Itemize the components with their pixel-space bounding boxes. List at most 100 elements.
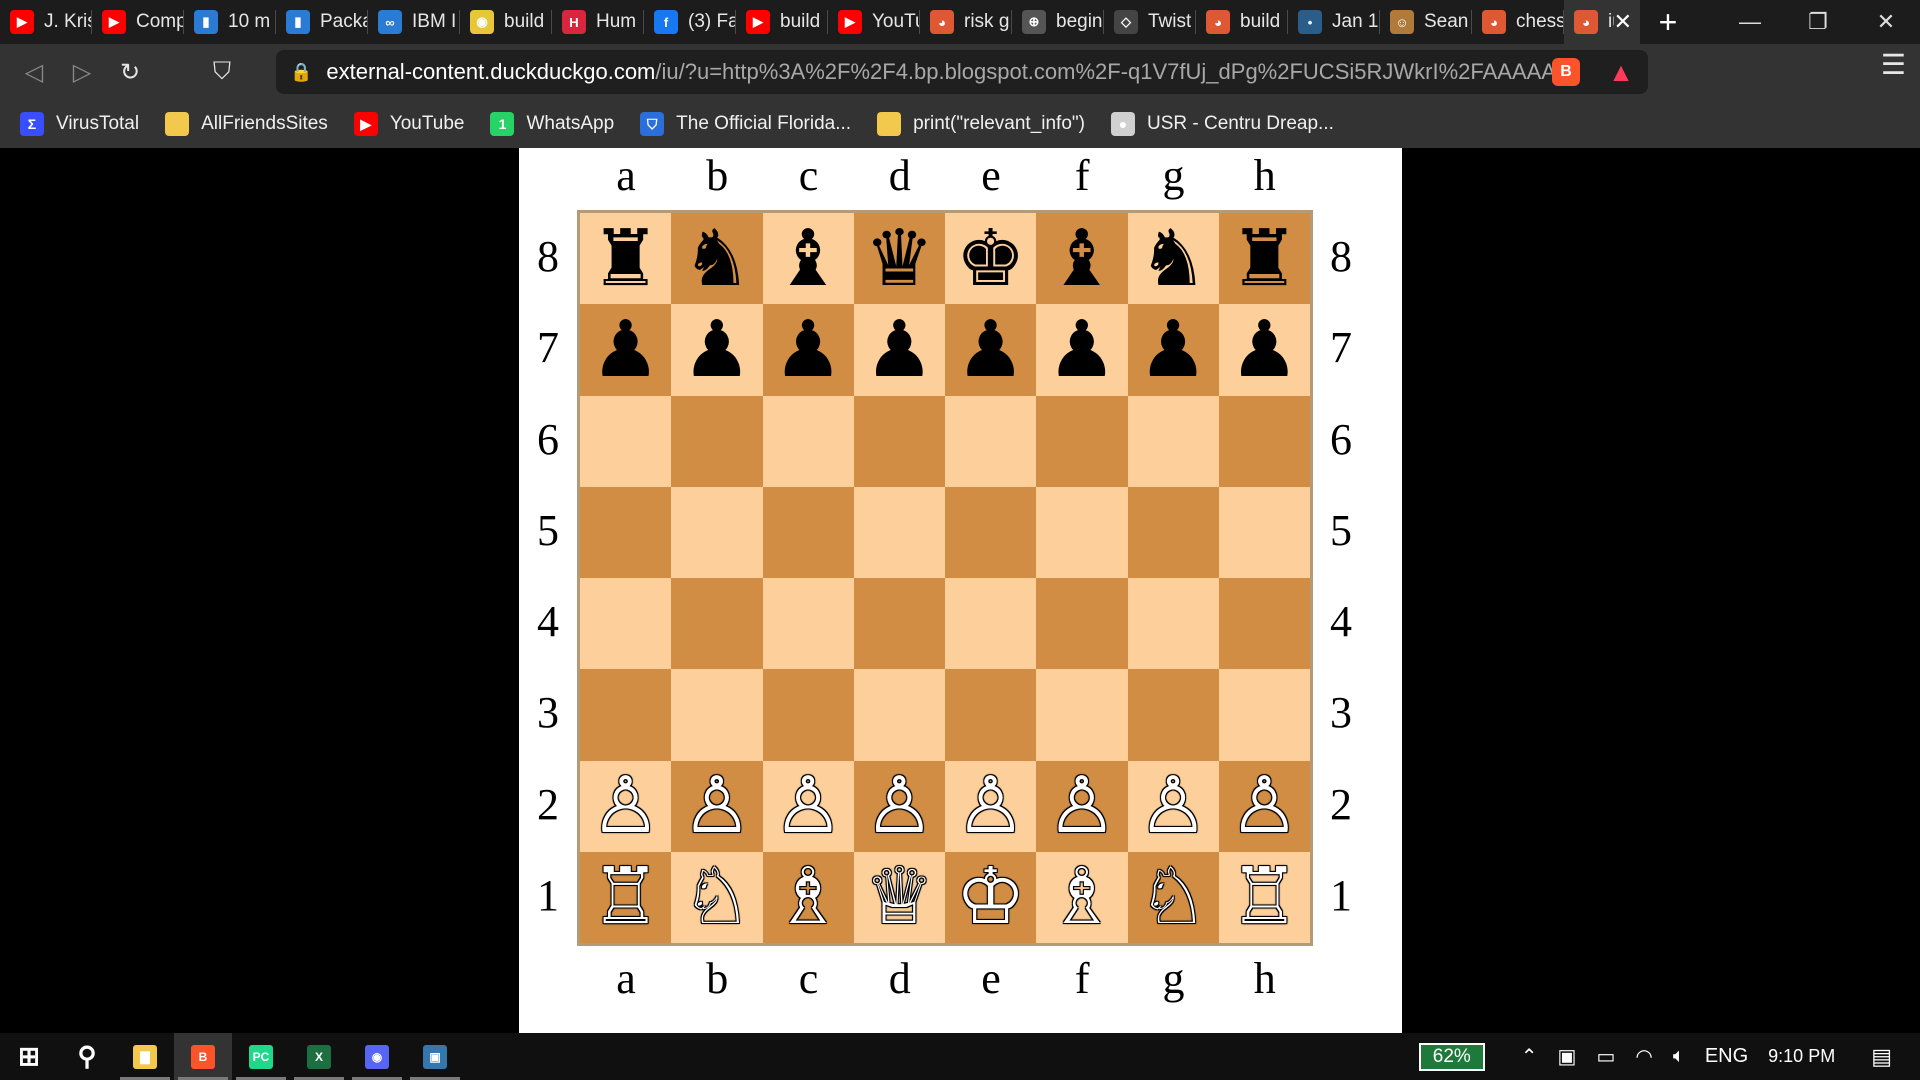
address-bar[interactable]: 🔒 external-content.duckduckgo.com/iu/?u=…: [276, 50, 1648, 94]
excel-icon[interactable]: X: [290, 1033, 348, 1080]
white-pawn-icon[interactable]: ♙: [773, 767, 843, 845]
bookmark-item[interactable]: 1 WhatsApp: [490, 112, 614, 136]
black-bishop-icon[interactable]: ♝: [1047, 220, 1117, 298]
tab-15[interactable]: ☺ Sean: [1380, 0, 1472, 44]
square-h4[interactable]: [1218, 578, 1310, 670]
tab-2[interactable]: ▮ 10 m: [184, 0, 276, 44]
black-pawn-icon[interactable]: ♟: [682, 311, 752, 389]
square-g7[interactable]: ♟: [1127, 304, 1219, 396]
square-a4[interactable]: [580, 578, 672, 670]
tab-8[interactable]: ▶ build: [736, 0, 828, 44]
square-c7[interactable]: ♟: [762, 304, 854, 396]
square-e1[interactable]: ♔: [945, 851, 1037, 943]
tab-12[interactable]: ◇ Twist: [1104, 0, 1196, 44]
square-b5[interactable]: [671, 486, 763, 578]
black-pawn-icon[interactable]: ♟: [773, 311, 843, 389]
square-c3[interactable]: [762, 669, 854, 761]
square-d6[interactable]: [853, 395, 945, 487]
lock-icon[interactable]: 🔒: [290, 62, 312, 83]
square-h2[interactable]: ♙: [1218, 760, 1310, 852]
square-e7[interactable]: ♟: [945, 304, 1037, 396]
start-button[interactable]: ⊞: [0, 1033, 58, 1080]
square-f5[interactable]: [1036, 486, 1128, 578]
square-d5[interactable]: [853, 486, 945, 578]
bookmark-item[interactable]: ⛉ The Official Florida...: [640, 112, 851, 136]
square-c1[interactable]: ♗: [762, 851, 854, 943]
square-a3[interactable]: [580, 669, 672, 761]
square-h3[interactable]: [1218, 669, 1310, 761]
square-f1[interactable]: ♗: [1036, 851, 1128, 943]
new-tab-button[interactable]: +: [1644, 0, 1692, 44]
battery-indicator[interactable]: 62%: [1418, 1042, 1485, 1071]
discord-icon[interactable]: ◉: [348, 1033, 406, 1080]
tab-17[interactable]: ◕iu✕: [1564, 0, 1640, 44]
file-explorer-icon[interactable]: ▇: [116, 1033, 174, 1080]
black-bishop-icon[interactable]: ♝: [773, 220, 843, 298]
black-rook-icon[interactable]: ♜: [591, 220, 661, 298]
white-queen-icon[interactable]: ♕: [864, 858, 934, 936]
square-d4[interactable]: [853, 578, 945, 670]
black-rook-icon[interactable]: ♜: [1229, 220, 1299, 298]
white-pawn-icon[interactable]: ♙: [682, 767, 752, 845]
black-pawn-icon[interactable]: ♟: [1047, 311, 1117, 389]
square-f3[interactable]: [1036, 669, 1128, 761]
chevron-up-icon[interactable]: ⌃: [1521, 1044, 1538, 1069]
black-pawn-icon[interactable]: ♟: [591, 311, 661, 389]
bookmark-item[interactable]: ▶ YouTube: [353, 112, 464, 136]
tab-9[interactable]: ▶ YouTu: [828, 0, 920, 44]
bookmark-item[interactable]: Σ VirusTotal: [20, 112, 139, 136]
tab-11[interactable]: ⊕ begin: [1012, 0, 1104, 44]
brave-icon[interactable]: B: [174, 1033, 232, 1080]
white-bishop-icon[interactable]: ♗: [773, 858, 843, 936]
battery-icon[interactable]: ▭: [1596, 1044, 1615, 1069]
square-g5[interactable]: [1127, 486, 1219, 578]
square-a6[interactable]: [580, 395, 672, 487]
wifi-icon[interactable]: ◠: [1635, 1044, 1652, 1069]
square-d1[interactable]: ♕: [853, 851, 945, 943]
security-icon[interactable]: ▣: [1558, 1044, 1577, 1069]
forward-button[interactable]: ▷: [58, 48, 106, 96]
square-c6[interactable]: [762, 395, 854, 487]
bookmark-item[interactable]: print("relevant_info"): [877, 112, 1085, 136]
black-king-icon[interactable]: ♚: [956, 220, 1026, 298]
white-rook-icon[interactable]: ♖: [591, 858, 661, 936]
square-g2[interactable]: ♙: [1127, 760, 1219, 852]
url-text[interactable]: external-content.duckduckgo.com/iu/?u=ht…: [326, 59, 1566, 85]
black-pawn-icon[interactable]: ♟: [864, 311, 934, 389]
square-g1[interactable]: ♘: [1127, 851, 1219, 943]
tab-14[interactable]: • Jan 1: [1288, 0, 1380, 44]
bookmark-item[interactable]: ● USR - Centru Dreap...: [1110, 112, 1334, 136]
restore-button[interactable]: ❐: [1784, 0, 1852, 44]
square-c8[interactable]: ♝: [762, 213, 854, 305]
square-c4[interactable]: [762, 578, 854, 670]
square-h7[interactable]: ♟: [1218, 304, 1310, 396]
tab-10[interactable]: ◕ risk g: [920, 0, 1012, 44]
square-f6[interactable]: [1036, 395, 1128, 487]
back-button[interactable]: ◁: [10, 48, 58, 96]
white-knight-icon[interactable]: ♘: [1138, 858, 1208, 936]
square-d2[interactable]: ♙: [853, 760, 945, 852]
square-f7[interactable]: ♟: [1036, 304, 1128, 396]
square-h5[interactable]: [1218, 486, 1310, 578]
white-king-icon[interactable]: ♔: [956, 858, 1026, 936]
square-a8[interactable]: ♜: [580, 213, 672, 305]
square-f4[interactable]: [1036, 578, 1128, 670]
clock[interactable]: 9:10 PM: [1768, 1046, 1835, 1067]
white-pawn-icon[interactable]: ♙: [864, 767, 934, 845]
square-b3[interactable]: [671, 669, 763, 761]
white-bishop-icon[interactable]: ♗: [1047, 858, 1117, 936]
square-h6[interactable]: [1218, 395, 1310, 487]
tab-1[interactable]: ▶ Comp: [92, 0, 184, 44]
square-g8[interactable]: ♞: [1127, 213, 1219, 305]
square-g6[interactable]: [1127, 395, 1219, 487]
reload-button[interactable]: ↻: [106, 48, 154, 96]
black-knight-icon[interactable]: ♞: [682, 220, 752, 298]
square-a1[interactable]: ♖: [580, 851, 672, 943]
black-knight-icon[interactable]: ♞: [1138, 220, 1208, 298]
language-indicator[interactable]: ENG: [1705, 1045, 1748, 1068]
white-pawn-icon[interactable]: ♙: [591, 767, 661, 845]
bookmark-item[interactable]: AllFriendsSites: [165, 112, 328, 136]
square-g4[interactable]: [1127, 578, 1219, 670]
square-d3[interactable]: [853, 669, 945, 761]
tab-13[interactable]: ◕ build: [1196, 0, 1288, 44]
